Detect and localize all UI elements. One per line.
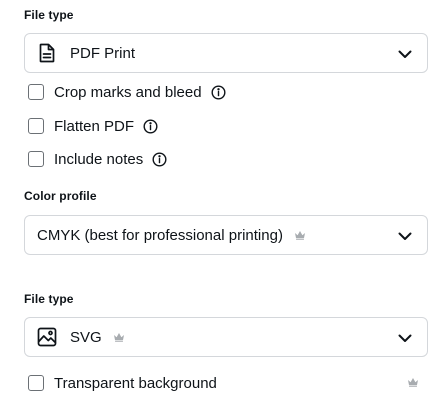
flatten-pdf-label: Flatten PDF xyxy=(54,117,135,135)
crop-marks-checkbox[interactable] xyxy=(28,84,44,100)
file-type-label-2: File type xyxy=(24,292,74,306)
file-type-select-2[interactable]: SVG xyxy=(24,317,428,357)
flatten-pdf-checkbox[interactable] xyxy=(28,118,44,134)
transparent-background-checkbox[interactable] xyxy=(28,375,44,391)
document-icon xyxy=(36,42,58,64)
chevron-down-icon xyxy=(397,46,413,62)
transparent-background-option[interactable]: Transparent background xyxy=(28,372,217,393)
info-icon[interactable] xyxy=(152,151,167,167)
transparent-background-label: Transparent background xyxy=(54,374,217,392)
file-type-value: PDF Print xyxy=(70,44,136,62)
crown-icon xyxy=(407,377,419,387)
chevron-down-icon xyxy=(397,330,413,346)
color-profile-select[interactable]: CMYK (best for professional printing) xyxy=(24,215,428,255)
info-icon[interactable] xyxy=(211,84,226,100)
image-icon xyxy=(36,326,58,348)
crop-marks-label: Crop marks and bleed xyxy=(54,83,202,101)
file-type-label: File type xyxy=(24,8,74,22)
include-notes-checkbox[interactable] xyxy=(28,151,44,167)
info-icon[interactable] xyxy=(143,118,158,134)
color-profile-label: Color profile xyxy=(24,189,97,203)
flatten-pdf-option[interactable]: Flatten PDF xyxy=(28,115,158,137)
color-profile-value: CMYK (best for professional printing) xyxy=(37,226,283,244)
include-notes-label: Include notes xyxy=(54,150,144,168)
chevron-down-icon xyxy=(397,228,413,244)
file-type-select[interactable]: PDF Print xyxy=(24,33,428,73)
crown-icon xyxy=(294,230,306,240)
crop-marks-option[interactable]: Crop marks and bleed xyxy=(28,81,226,103)
file-type-value-2: SVG xyxy=(70,328,102,346)
crown-icon xyxy=(113,332,125,342)
include-notes-option[interactable]: Include notes xyxy=(28,148,167,170)
